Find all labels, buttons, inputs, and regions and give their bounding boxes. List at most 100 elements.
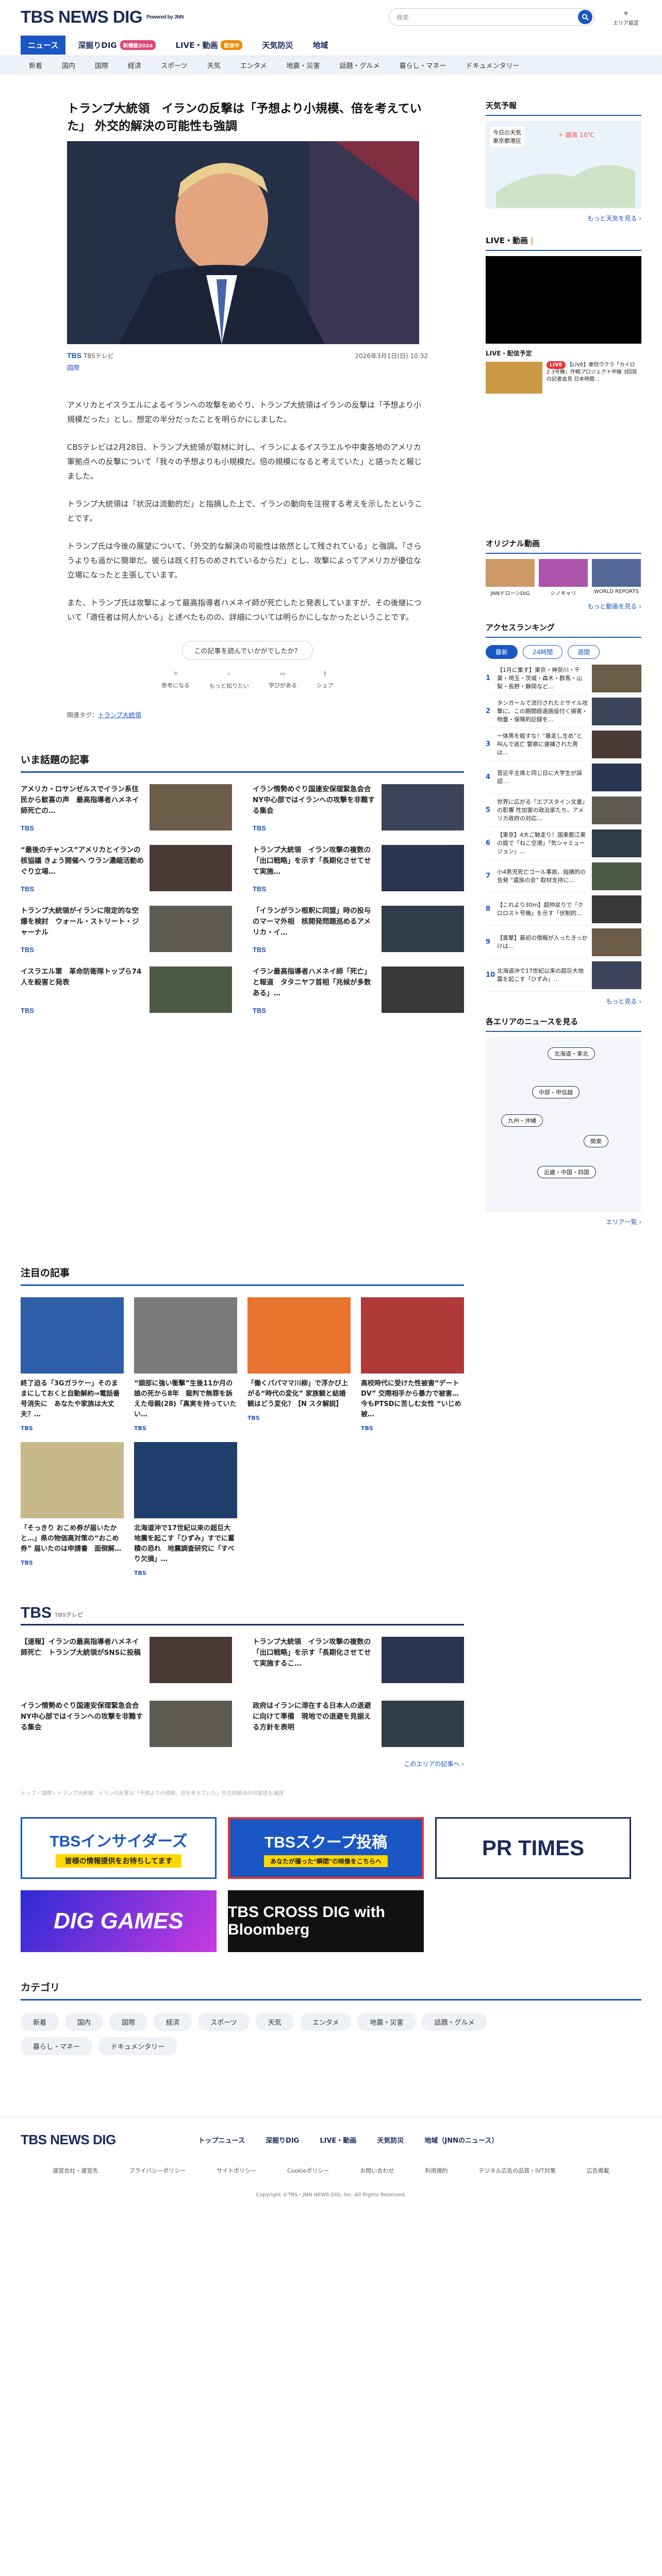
trending-item[interactable]: イラン情勢めぐり国連安保理緊急会合 NY中心部ではイランへの攻撃を非難する集会 T…: [253, 784, 464, 836]
original-video[interactable]: シノキャリ: [539, 559, 588, 597]
category-chip[interactable]: 天気: [255, 2013, 294, 2031]
weather-widget[interactable]: 今日の天気 東京都港区 ☀ 最高 10℃: [486, 121, 641, 209]
area-label[interactable]: 関東: [584, 1135, 608, 1147]
search-input[interactable]: 検索: [389, 8, 595, 26]
live-item[interactable]: LIVE 【LIVE】衆院ウクラ「カイロ2.3号機」作戦プロジェクト中継 3回目…: [486, 361, 641, 394]
footer-sublink[interactable]: Cookieポリシー: [287, 2166, 329, 2175]
subnav-item[interactable]: 地震・災害: [278, 60, 328, 70]
ranking-item[interactable]: 6 【東京】4大ご馳走り！国東都江東の庭で「ねこ空港」「気シャミュージョン」…: [486, 827, 641, 860]
category-chip[interactable]: 新着: [21, 2013, 59, 2031]
subnav-item[interactable]: エンタメ: [232, 60, 275, 70]
category-chip[interactable]: 話題・グルメ: [422, 2013, 487, 2031]
ranking-item[interactable]: 7 小4男児死亡ゴール事故、指摘的の告発 “遺族の会” 取材支持に…: [486, 860, 641, 893]
footer-link[interactable]: 天気防災: [377, 2135, 404, 2145]
tab-region[interactable]: 地域: [305, 36, 335, 55]
tab-weather[interactable]: 天気防災: [255, 36, 300, 55]
react-learn[interactable]: ▭ 学びがある: [269, 670, 297, 690]
original-video[interactable]: WORLD REPORTS: [592, 559, 641, 597]
tbs-area-item[interactable]: トランプ大統領 イラン攻撃の複数の「出口戦略」を示す「長期化させてせて実施するこ…: [253, 1637, 464, 1688]
area-more-link[interactable]: エリア一覧 ›: [486, 1217, 641, 1226]
area-label[interactable]: 北海道・東北: [548, 1047, 595, 1060]
footer-logo[interactable]: TBS NEWS DIG: [21, 2132, 116, 2148]
footer-sublink[interactable]: デジタル広告の品質・IVT対策: [478, 2166, 555, 2175]
footer-sublink[interactable]: プライバシーポリシー: [129, 2166, 186, 2175]
featured-item[interactable]: “頭部に強い衝撃”生後11か月の娘の死から8年 裁判で無罪を訴えた母親(28)「…: [134, 1297, 237, 1432]
area-label[interactable]: 近畿・中国・四国: [537, 1166, 596, 1178]
ranking-item[interactable]: 3 一体男を殺すな！“暴走し生め”と叫んで逃亡 警察に速捕された男は…: [486, 728, 641, 761]
trending-item[interactable]: イスラエル軍 革命防衛隊トップら74人を殺害と発表 TBS: [21, 967, 232, 1018]
tbs-area-item[interactable]: 政府はイランに滞在する日本人の退避に向けて準備 現地での退避を見据える方針を表明: [253, 1701, 464, 1752]
ranking-tab[interactable]: 週間: [568, 645, 600, 659]
ranking-tab[interactable]: 24時間: [523, 645, 563, 659]
category-link[interactable]: 国際: [67, 363, 114, 372]
category-chip[interactable]: 暮らし・マネー: [21, 2037, 93, 2055]
footer-link[interactable]: トップニュース: [198, 2135, 245, 2145]
category-chip[interactable]: ドキュメンタリー: [98, 2037, 177, 2055]
trending-item[interactable]: “最後のチャンス”アメリカとイランの核協議 きょう開催へ ウラン濃縮活動めぐり立…: [21, 845, 232, 896]
category-chip[interactable]: 国際: [109, 2013, 148, 2031]
featured-item[interactable]: 北海道沖で17世紀以来の超巨大地震を起こす「ひずみ」すでに蓄積の恐れ 地震調査研…: [134, 1442, 237, 1577]
ranking-item[interactable]: 5 世界に広がる「エプスタイン文書」の影響 性加害の政治家たち、アメリカ政府の対応…: [486, 794, 641, 827]
region-setting[interactable]: ⌖ エリア設定: [610, 8, 641, 26]
tbs-area-item[interactable]: 【速報】イランの最高指導者ハメネイ師死亡 トランプ大統領がSNSに投稿: [21, 1637, 232, 1688]
original-video[interactable]: JNNドローンDIG: [486, 559, 535, 597]
weather-more-link[interactable]: もっと天気を見る ›: [486, 214, 641, 223]
trending-item[interactable]: アメリカ・ロサンゼルスでイラン系住民から歓喜の声 最高指導者ハメネイ師死亡の… T…: [21, 784, 232, 836]
category-chip[interactable]: エンタメ: [300, 2013, 352, 2031]
banner-insiders[interactable]: TBSインサイダーズ 皆様の情報提供をお待ちしてます: [21, 1817, 217, 1879]
react-share[interactable]: ⇪ シェア: [317, 670, 334, 690]
trending-item[interactable]: イラン最高指導者ハメネイ師「死亡」と報道 タタニヤフ首相「兆候が多数ある」… TB…: [253, 967, 464, 1018]
banner-dig-games[interactable]: DIG GAMES: [21, 1890, 217, 1952]
subnav-item[interactable]: 経済: [120, 60, 150, 70]
category-chip[interactable]: スポーツ: [198, 2013, 250, 2031]
ranking-item[interactable]: 2 タンガールで流行されたミサイル攻撃に、この期間経過施設付く損害・物量・保険的記…: [486, 695, 641, 728]
banner-scoop[interactable]: TBSスクープ投稿 あなたが撮った“瞬間”の映像をこちらへ: [228, 1817, 424, 1879]
ranking-item[interactable]: 8 【これより30m】超仲戻りで「クロロスト号機」を示す「伏制的…: [486, 893, 641, 926]
subnav-item[interactable]: 話題・グルメ: [331, 60, 388, 70]
area-more-link[interactable]: このエリアの記事へ ›: [21, 1759, 464, 1768]
trending-item[interactable]: 「イランがラン根釈に同盟」時の投与のマーマ外相 核開発問題巡めるアメリカ・イ… T…: [253, 906, 464, 957]
footer-sublink[interactable]: お問い合わせ: [360, 2166, 394, 2175]
footer-link[interactable]: 深掘りDIG: [266, 2135, 299, 2145]
ranking-item[interactable]: 4 習近平主席と同じ日に大学生が誤認…: [486, 761, 641, 794]
footer-sublink[interactable]: 利用規約: [425, 2166, 448, 2175]
subnav-item[interactable]: スポーツ: [153, 60, 196, 70]
area-label[interactable]: 九州・沖縄: [501, 1114, 543, 1127]
featured-item[interactable]: 終了迫る「3Gガラケー」そのままにしておくと自動解約⇒電話番号消失に あなたや家…: [21, 1297, 124, 1432]
area-label[interactable]: 中部・甲信越: [532, 1086, 580, 1098]
trending-item[interactable]: トランプ大統領 イラン攻撃の複数の「出口戦略」を示す「長期化させてせて実施… TB…: [253, 845, 464, 896]
tab-dig[interactable]: 深掘りDIG 新機能2024: [71, 36, 163, 55]
react-more[interactable]: ⌕ もっと知りたい: [209, 670, 249, 690]
site-logo[interactable]: TBS NEWS DIG Powered by JNN: [21, 7, 184, 27]
footer-sublink[interactable]: 運営会社・運営先: [53, 2166, 98, 2175]
category-chip[interactable]: 地震・災害: [357, 2013, 416, 2031]
footer-sublink[interactable]: 広告掲載: [587, 2166, 609, 2175]
live-player[interactable]: [486, 256, 641, 344]
ranking-item[interactable]: 9 【直撃】最初の情報が入ったきっかけは…: [486, 926, 641, 959]
tag-link[interactable]: トランプ大統領: [98, 711, 141, 719]
ranking-item[interactable]: 1 【1月に集す】東京・神奈川・千葉・埼玉・茨城・森木・群馬・山梨・長野・静岡など…: [486, 662, 641, 695]
footer-sublink[interactable]: サイトポリシー: [217, 2166, 256, 2175]
subnav-item[interactable]: 国内: [54, 60, 84, 70]
category-chip[interactable]: 経済: [154, 2013, 192, 2031]
area-map[interactable]: 北海道・東北中部・甲信越九州・沖縄関東近畿・中国・四国: [486, 1037, 641, 1212]
category-chip[interactable]: 国内: [65, 2013, 104, 2031]
tbs-area-item[interactable]: イラン情勢めぐり国連安保理緊急会合 NY中心部ではイランへの攻撃を非難する集会: [21, 1701, 232, 1752]
featured-item[interactable]: 「働くパパママ川柳」で浮かび上がる“時代の変化” 家族観と結婚観はどう変化？【N…: [247, 1297, 351, 1432]
subnav-item[interactable]: 新着: [21, 60, 51, 70]
tab-news[interactable]: ニュース: [21, 35, 66, 55]
ranking-item[interactable]: 10 北海道沖で17世紀以来の超巨大地震を起こす「ひずみ」…: [486, 959, 641, 992]
react-helpful[interactable]: ☼ 参考になる: [161, 670, 190, 690]
ranking-tab[interactable]: 最新: [486, 645, 518, 659]
subnav-item[interactable]: ドキュメンタリー: [458, 60, 528, 70]
subnav-item[interactable]: 暮らし・マネー: [391, 60, 454, 70]
search-icon[interactable]: [578, 10, 592, 24]
banner-crossdig[interactable]: TBS CROSS DIG with Bloomberg: [228, 1890, 424, 1952]
subnav-item[interactable]: 天気: [199, 60, 229, 70]
subnav-item[interactable]: 国際: [87, 60, 117, 70]
ranking-more-link[interactable]: もっと見る ›: [486, 997, 641, 1006]
footer-link[interactable]: 地域（JNNのニュース）: [424, 2135, 498, 2145]
footer-link[interactable]: LIVE・動画: [320, 2135, 356, 2145]
trending-item[interactable]: トランプ大統領がイランに限定的な空爆を検討 ウォール・ストリート・ジャーナル TB…: [21, 906, 232, 957]
featured-item[interactable]: 高校時代に受けた性被害“デートDV” 交際相手から暴力で被害…今もPTSDに苦し…: [361, 1297, 464, 1432]
